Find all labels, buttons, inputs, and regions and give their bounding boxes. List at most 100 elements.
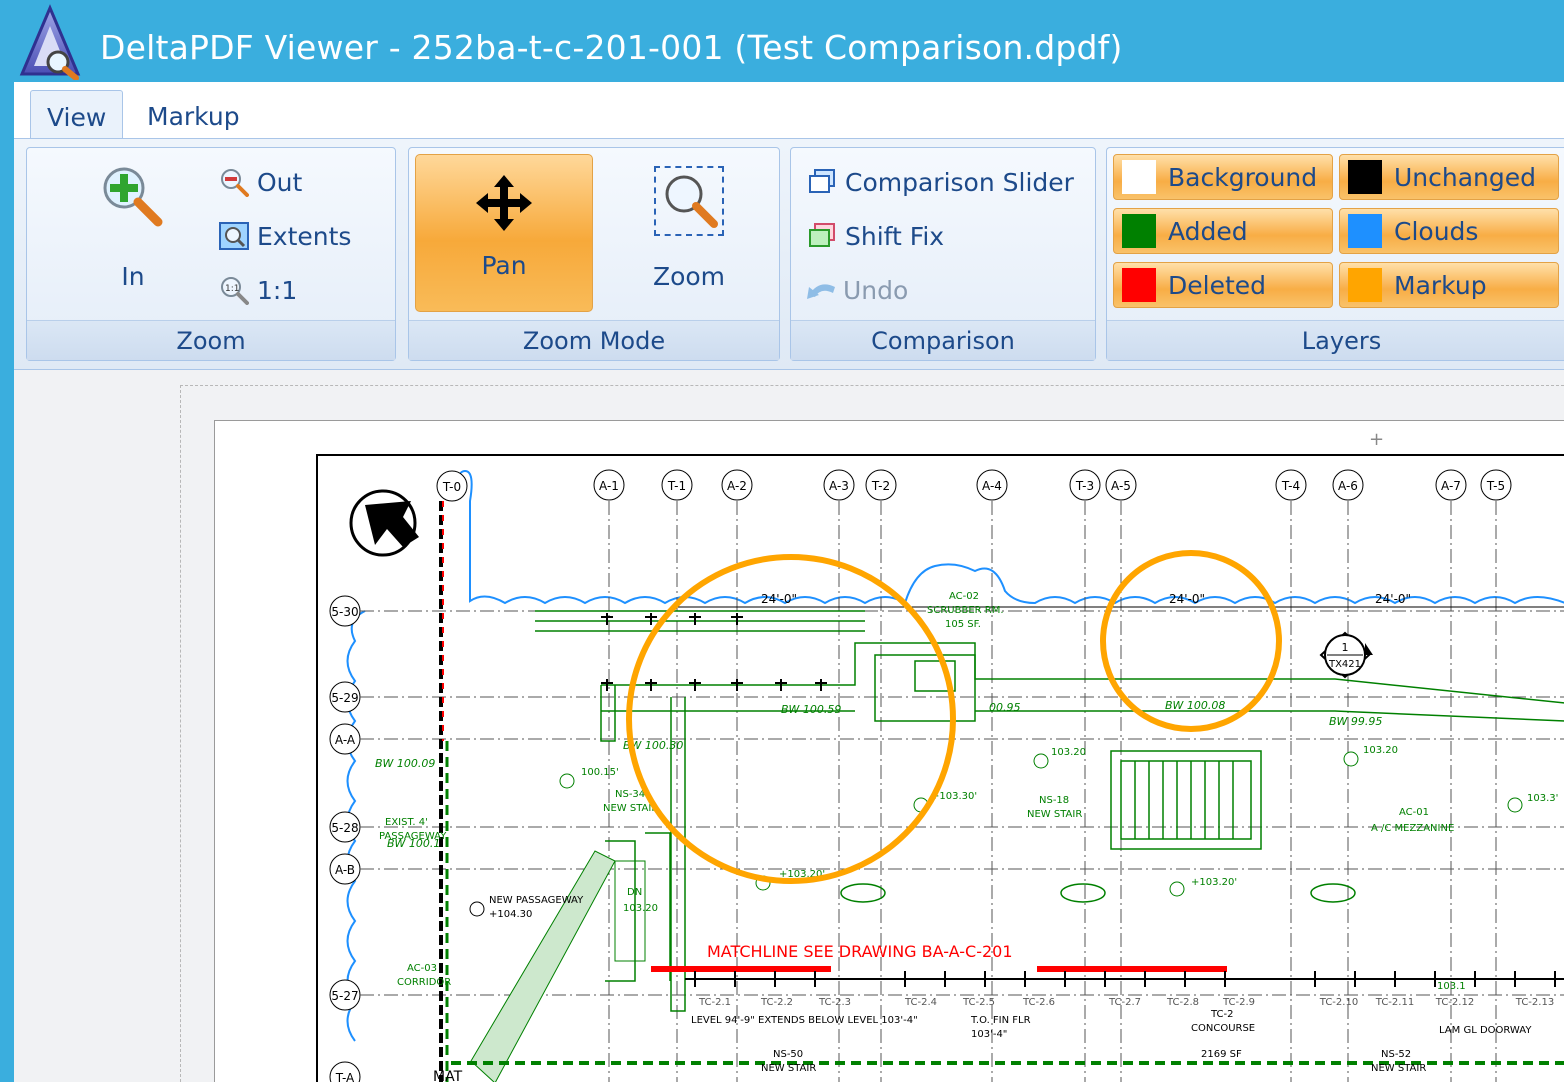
undo-icon <box>805 275 835 305</box>
grid-bubble-t-a: T-A <box>329 1061 361 1082</box>
shift-fix-icon <box>807 221 837 251</box>
grid-bubble-a5: A-5 <box>1105 469 1137 501</box>
svg-text:A-1: A-1 <box>599 479 619 493</box>
layer-background-swatch <box>1122 160 1156 194</box>
svg-text:TC-2.8: TC-2.8 <box>1166 997 1199 1008</box>
svg-text:1: 1 <box>1342 641 1349 654</box>
grid-bubble-a1: A-1 <box>593 469 625 501</box>
grid-bubble-a6: A-6 <box>1332 469 1364 501</box>
section-marker-icon: 1 TX421 <box>1319 631 1373 679</box>
layer-deleted-toggle[interactable]: Deleted <box>1113 262 1333 308</box>
comparison-group-label: Comparison <box>791 320 1095 360</box>
comparison-slider-label: Comparison Slider <box>845 167 1074 197</box>
svg-text:TC-2.2: TC-2.2 <box>760 997 793 1008</box>
window-title: DeltaPDF Viewer - 252ba-t-c-201-001 (Tes… <box>100 28 1123 67</box>
zoom-window-icon <box>654 166 724 236</box>
svg-text:LAM GL DOORWAY: LAM GL DOORWAY <box>1439 1025 1532 1036</box>
layers-group: Background Unchanged Added Clouds Delete… <box>1106 147 1564 361</box>
grid-bubble-t5: T-5 <box>1480 469 1512 501</box>
svg-text:TC-2: TC-2 <box>1210 1009 1233 1020</box>
svg-text:103.20: 103.20 <box>1363 745 1398 756</box>
svg-text:TC-2.1: TC-2.1 <box>698 997 731 1008</box>
svg-text:A-5: A-5 <box>1111 479 1131 493</box>
svg-text:5-30: 5-30 <box>331 605 358 619</box>
undo-label: Undo <box>843 275 909 305</box>
grid-bubble-a-a: A-A <box>329 723 361 755</box>
svg-text:5-28: 5-28 <box>331 821 358 835</box>
grid-bubble-a-b: A-B <box>329 853 361 885</box>
svg-text:TC-2.4: TC-2.4 <box>904 997 937 1008</box>
svg-text:TC-2.11: TC-2.11 <box>1375 997 1414 1008</box>
svg-text:NS-50: NS-50 <box>773 1049 803 1060</box>
svg-text:+103.20': +103.20' <box>1191 877 1237 888</box>
tab-view[interactable]: View <box>30 90 124 138</box>
zoom-mode-zoom-button[interactable]: Zoom <box>629 158 749 308</box>
pan-label: Pan <box>481 251 527 280</box>
zoom-in-button[interactable]: In <box>83 162 183 292</box>
pan-button[interactable]: Pan <box>415 154 593 312</box>
svg-text:TC-2.9: TC-2.9 <box>1222 997 1255 1008</box>
zoom-mode-zoom-label: Zoom <box>652 262 726 291</box>
svg-text:103.3': 103.3' <box>1527 793 1558 804</box>
drawing-sheet[interactable]: + T-0 A-1 T-1 A-2 A-3 T-2 A-4 T-3 A-5 T-… <box>214 420 1564 1082</box>
tab-markup[interactable]: Markup <box>131 90 256 138</box>
svg-text:NS-52: NS-52 <box>1381 1049 1411 1060</box>
zoom-extents-icon <box>219 221 249 251</box>
comparison-group: Comparison Slider Shift Fix Undo Compari… <box>790 147 1096 361</box>
svg-text:TC-2.12: TC-2.12 <box>1435 997 1474 1008</box>
sheet-border <box>316 454 1564 1082</box>
grid-bubble-t1: T-1 <box>661 469 693 501</box>
svg-text:24'-0": 24'-0" <box>1375 592 1411 606</box>
svg-text:+104.30: +104.30 <box>489 909 532 920</box>
svg-text:A /C MEZZANINE: A /C MEZZANINE <box>1371 823 1454 834</box>
zoom-out-icon <box>219 167 249 197</box>
layer-background-label: Background <box>1168 162 1318 192</box>
comparison-drawing[interactable]: + T-0 A-1 T-1 A-2 A-3 T-2 A-4 T-3 A-5 T-… <box>215 421 1564 1082</box>
grid-bubble-t0: T-0 <box>436 470 468 502</box>
undo-button[interactable]: Undo <box>805 268 908 312</box>
zoom-group: In Out Extents 1:1 1:1 Zoom <box>26 147 396 361</box>
document-viewport[interactable]: + T-0 A-1 T-1 A-2 A-3 T-2 A-4 T-3 A-5 T-… <box>14 370 1564 1082</box>
layer-background-toggle[interactable]: Background <box>1113 154 1333 200</box>
svg-text:24'-0": 24'-0" <box>761 592 797 606</box>
svg-text:2169 SF: 2169 SF <box>1201 1049 1242 1060</box>
shift-fix-label: Shift Fix <box>845 221 945 251</box>
svg-text:NS-34: NS-34 <box>615 789 645 800</box>
svg-text:A-2: A-2 <box>727 479 747 493</box>
zoom-one-to-one-button[interactable]: 1:1 1:1 <box>219 268 297 312</box>
svg-text:00.95: 00.95 <box>989 701 1021 714</box>
svg-text:CONCOURSE: CONCOURSE <box>1191 1023 1255 1034</box>
layer-markup-label: Markup <box>1394 270 1487 300</box>
north-arrow-icon <box>349 489 419 557</box>
grid-bubble-a3: A-3 <box>823 469 855 501</box>
svg-text:MAT: MAT <box>433 1069 463 1082</box>
zoom-mode-group-label: Zoom Mode <box>409 320 779 360</box>
svg-text:A-6: A-6 <box>1338 479 1358 493</box>
zoom-in-icon <box>98 162 168 232</box>
layer-markup-toggle[interactable]: Markup <box>1339 262 1559 308</box>
matchline-label: MATCHLINE SEE DRAWING BA-A-C-201 <box>707 942 1013 961</box>
layer-unchanged-toggle[interactable]: Unchanged <box>1339 154 1559 200</box>
svg-text:TC-2.13: TC-2.13 <box>1515 997 1554 1008</box>
layer-added-swatch <box>1122 214 1156 248</box>
svg-text:TC-2.10: TC-2.10 <box>1319 997 1358 1008</box>
shift-fix-button[interactable]: Shift Fix <box>807 214 944 258</box>
zoom-extents-label: Extents <box>257 221 352 251</box>
svg-text:103.20: 103.20 <box>623 903 658 914</box>
layer-unchanged-label: Unchanged <box>1394 162 1537 192</box>
comparison-slider-button[interactable]: Comparison Slider <box>807 160 1074 204</box>
grid-bubble-5-29: 5-29 <box>329 681 361 713</box>
svg-text:A-3: A-3 <box>829 479 849 493</box>
svg-text:T-0: T-0 <box>442 480 461 494</box>
zoom-out-button[interactable]: Out <box>219 160 302 204</box>
title-bar: DeltaPDF Viewer - 252ba-t-c-201-001 (Tes… <box>0 0 1564 82</box>
svg-text:A-A: A-A <box>335 733 356 747</box>
svg-text:T-5: T-5 <box>1486 479 1505 493</box>
zoom-extents-button[interactable]: Extents <box>219 214 351 258</box>
svg-text:TC-2.3: TC-2.3 <box>818 997 851 1008</box>
svg-text:BW 100.59: BW 100.59 <box>781 703 841 716</box>
svg-text:T.O. FIN FLR: T.O. FIN FLR <box>970 1015 1031 1026</box>
layer-added-toggle[interactable]: Added <box>1113 208 1333 254</box>
svg-text:EXIST. 4': EXIST. 4' <box>385 817 428 828</box>
layer-clouds-toggle[interactable]: Clouds <box>1339 208 1559 254</box>
